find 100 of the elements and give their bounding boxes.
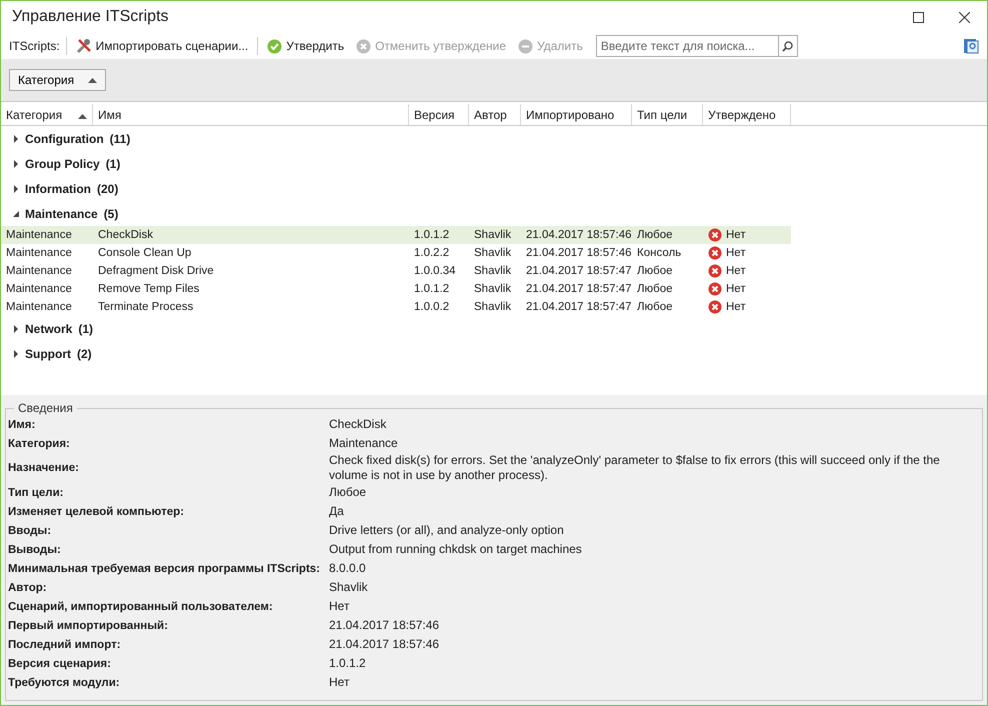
column-header[interactable]: Автор (469, 104, 521, 125)
search-field[interactable]: Введите текст для поиска... (596, 35, 798, 57)
field-value: 1.0.1.2 (329, 656, 367, 671)
group-count: (20) (97, 182, 118, 196)
error-icon (708, 300, 722, 314)
group-count: (5) (104, 206, 118, 220)
table-cell: Любое (637, 229, 673, 241)
table-row[interactable]: Maintenance Defragment Disk Drive 1.0.0.34 Shavlik 21.04.2017 18:57:47 Любое Нет (1, 262, 791, 280)
column-header[interactable]: Версия (409, 104, 469, 125)
table-cell: Shavlik (474, 265, 512, 277)
field-label: Требуются модули: (8, 676, 121, 688)
field-value: 21.04.2017 18:57:46 (329, 637, 440, 652)
field-label: Назначение: (8, 462, 80, 474)
field-value: Нет (329, 599, 350, 614)
table-cell: Terminate Process (98, 301, 194, 313)
tools-icon (76, 38, 92, 54)
table-cell: Любое (637, 265, 673, 277)
field-label: Первый импортированный: (8, 620, 169, 632)
table-cell: 1.0.1.2 (414, 283, 450, 295)
group-row[interactable]: Support (2) (1, 341, 987, 366)
table-row[interactable]: Maintenance Remove Temp Files 1.0.1.2 Shavlik 21.04.2017 18:57:47 Любое Нет (1, 280, 791, 298)
table-cell: Maintenance (6, 229, 72, 241)
field-label: Автор: (8, 582, 48, 594)
minus-icon (518, 38, 534, 54)
table-cell: 1.0.0.34 (414, 265, 456, 277)
table-cell: 21.04.2017 18:57:47 (526, 283, 632, 295)
table-cell: Нет (726, 229, 746, 241)
window-title: Управление ITScripts (12, 8, 170, 26)
table-cell: Shavlik (474, 283, 512, 295)
column-header[interactable]: Утверждено (703, 104, 791, 125)
column-header[interactable]: Тип цели (632, 104, 703, 125)
table-cell: CheckDisk (98, 229, 153, 241)
table-cell: Консоль (637, 247, 682, 259)
check-icon (267, 38, 282, 54)
table-cell: Любое (637, 301, 673, 313)
table-cell: Shavlik (474, 229, 512, 241)
expander-icon[interactable] (13, 184, 19, 192)
table-cell: 21.04.2017 18:57:46 (526, 247, 632, 259)
group-name: Information (25, 182, 91, 196)
column-header[interactable]: Имя (93, 104, 409, 125)
column-header[interactable]: Категория (1, 104, 93, 125)
table-row[interactable]: Maintenance CheckDisk 1.0.1.2 Shavlik 21.04.2017 18:57:46 Любое Нет (1, 226, 791, 244)
sort-arrow-icon (78, 114, 87, 118)
table-cell: 21.04.2017 18:57:47 (526, 301, 632, 313)
group-row[interactable]: Configuration (11) (1, 126, 987, 151)
group-row[interactable]: Maintenance (5) (1, 201, 987, 226)
table-cell: Нет (726, 247, 746, 259)
expander-icon[interactable] (13, 324, 19, 332)
field-label: Последний импорт: (8, 638, 122, 650)
group-row[interactable]: Network (1) (1, 316, 987, 341)
table-cell: Нет (726, 265, 746, 277)
field-value: 21.04.2017 18:57:46 (329, 618, 440, 633)
field-value: Нет (329, 675, 350, 690)
expander-icon[interactable] (13, 134, 19, 142)
table-cell: Maintenance (6, 265, 72, 277)
close-icon[interactable] (958, 12, 970, 22)
error-icon (708, 246, 722, 260)
error-icon (708, 228, 722, 242)
error-icon (708, 282, 722, 296)
panel-title: Сведения (17, 401, 74, 415)
table-cell: 1.0.0.2 (414, 301, 450, 313)
group-name: Network (25, 322, 72, 336)
table-cell: Defragment Disk Drive (98, 265, 214, 277)
group-row[interactable]: Information (20) (1, 176, 987, 201)
expander-icon[interactable] (13, 160, 19, 168)
field-value: Maintenance (329, 436, 399, 451)
field-label: Версия сценария: (8, 658, 112, 670)
field-value: Drive letters (or all), and analyze-only option (329, 523, 565, 538)
expander-icon[interactable] (13, 350, 19, 358)
group-name: Configuration (25, 132, 104, 146)
field-value: CheckDisk (329, 417, 388, 432)
group-by-chip[interactable]: Категория (9, 69, 106, 91)
table-cell: 1.0.2.2 (414, 247, 450, 259)
field-value: Output from running chkdsk on target machines (329, 542, 583, 557)
toolbar-label: ITScripts: (9, 39, 60, 53)
search-icon[interactable] (782, 40, 794, 52)
table-cell: 21.04.2017 18:57:47 (526, 265, 632, 277)
table-cell: 21.04.2017 18:57:46 (526, 229, 632, 241)
maximize-icon[interactable] (912, 12, 924, 22)
field-label: Имя: (8, 418, 36, 430)
table-row[interactable]: Maintenance Console Clean Up 1.0.2.2 Shavlik 21.04.2017 18:57:46 Консоль Нет (1, 244, 791, 262)
import-button[interactable]: Импортировать сценарии... (72, 35, 252, 57)
group-row[interactable]: Group Policy (1) (1, 151, 987, 176)
table-cell: Remove Temp Files (98, 283, 200, 295)
table-cell: 1.0.1.2 (414, 229, 450, 241)
table-cell: Нет (726, 301, 746, 313)
approve-button[interactable]: Утвердить (264, 35, 348, 57)
table-cell: Console Clean Up (98, 247, 192, 259)
column-header[interactable]: Импортировано (521, 104, 632, 125)
field-label: Вводы: (8, 524, 52, 536)
table-cell: Shavlik (474, 247, 512, 259)
table-cell: Shavlik (474, 301, 512, 313)
expander-icon[interactable] (13, 210, 19, 218)
field-label: Изменяет целевой компьютер: (8, 506, 185, 518)
field-value: Любое (329, 485, 368, 500)
error-icon (708, 264, 722, 278)
field-value: Да (329, 504, 345, 519)
table-cell: Maintenance (6, 283, 72, 295)
table-row[interactable]: Maintenance Terminate Process 1.0.0.2 Shavlik 21.04.2017 18:57:47 Любое Нет (1, 298, 791, 316)
group-name: Support (25, 346, 71, 360)
